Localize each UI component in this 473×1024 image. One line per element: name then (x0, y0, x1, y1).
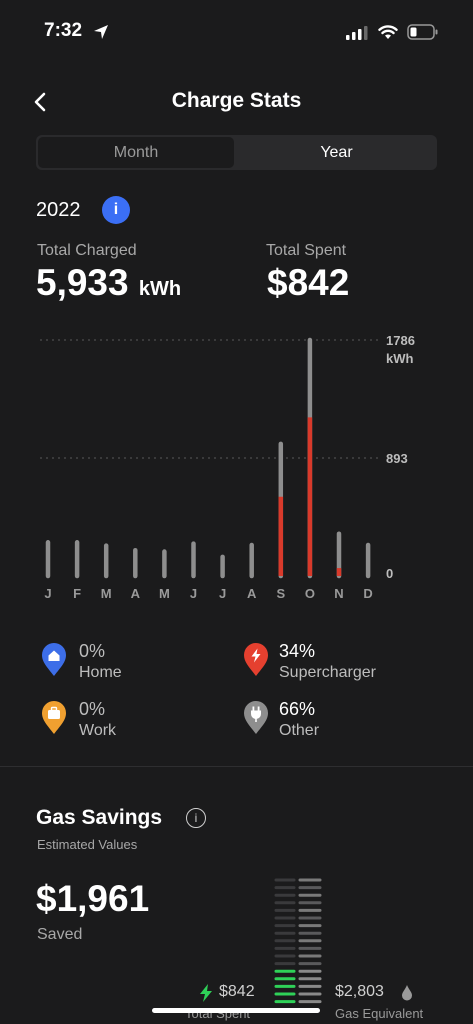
status-time: 7:32 (44, 20, 83, 41)
period-segmented-control: Month Year (36, 135, 437, 170)
x-tick-label: M (159, 586, 170, 601)
total-spent-label: Total Spent (266, 242, 347, 259)
other-plug-pin-icon (244, 701, 268, 734)
y-tick-label: 893 (386, 451, 408, 466)
supercharger-label: Supercharger (279, 664, 376, 681)
lightning-icon (200, 984, 212, 1002)
total-charged-unit: kWh (138, 278, 182, 300)
info-icon[interactable]: i (102, 196, 130, 224)
home-pin-icon (42, 643, 66, 676)
home-label: Home (79, 664, 122, 681)
work-percent: 0% (79, 699, 106, 719)
monthly-charge-chart: 1786 kWh 893 0 J F M A M J J A S O N D (40, 333, 415, 601)
other-percent: 66% (279, 699, 316, 719)
x-tick-label: J (190, 586, 197, 601)
saved-label: Saved (37, 926, 83, 943)
period-year: 2022 (36, 199, 81, 221)
total-spent-small-value: $842 (219, 983, 255, 1000)
total-spent-value: $842 (267, 262, 350, 303)
x-tick-label: J (44, 586, 51, 601)
location-arrow-icon (94, 25, 108, 39)
work-pin-icon (42, 701, 66, 734)
supercharger-pin-icon (244, 643, 268, 676)
cellular-signal-icon (346, 26, 368, 40)
home-indicator[interactable] (152, 1008, 320, 1013)
gas-comparison-stack (274, 878, 322, 1004)
x-tick-label: F (73, 586, 81, 601)
section-divider (0, 766, 473, 767)
supercharger-percent: 34% (279, 641, 316, 661)
x-tick-label: A (131, 586, 141, 601)
tab-year[interactable]: Year (236, 135, 437, 170)
home-percent: 0% (79, 641, 106, 661)
total-charged-value: 5,933 kWh (36, 262, 181, 304)
gas-savings-title: Gas Savings (36, 806, 163, 829)
other-label: Other (279, 722, 320, 739)
x-tick-label: N (334, 586, 343, 601)
x-tick-label: O (305, 586, 315, 601)
x-tick-label: J (219, 586, 226, 601)
gas-savings-info-icon[interactable]: i (186, 808, 206, 828)
x-tick-label: S (276, 586, 285, 601)
x-tick-label: M (101, 586, 112, 601)
y-tick-label: kWh (386, 351, 414, 366)
total-charged-label: Total Charged (37, 242, 137, 259)
saved-value: $1,961 (36, 878, 150, 919)
y-tick-label: 1786 (386, 333, 415, 348)
battery-icon (407, 24, 438, 40)
page-title: Charge Stats (171, 89, 302, 112)
total-charged-number: 5,933 (36, 262, 129, 303)
x-tick-label: D (363, 586, 372, 601)
gas-equivalent-label: Gas Equivalent (335, 1006, 424, 1021)
x-tick-label: A (247, 586, 257, 601)
work-label: Work (79, 722, 117, 739)
fuel-drop-icon (402, 985, 412, 1001)
gas-equivalent-value: $2,803 (335, 983, 384, 1000)
y-tick-label: 0 (386, 566, 393, 581)
tab-month[interactable]: Month (38, 137, 234, 168)
wifi-icon (378, 25, 398, 39)
gas-savings-subtitle: Estimated Values (37, 837, 138, 852)
